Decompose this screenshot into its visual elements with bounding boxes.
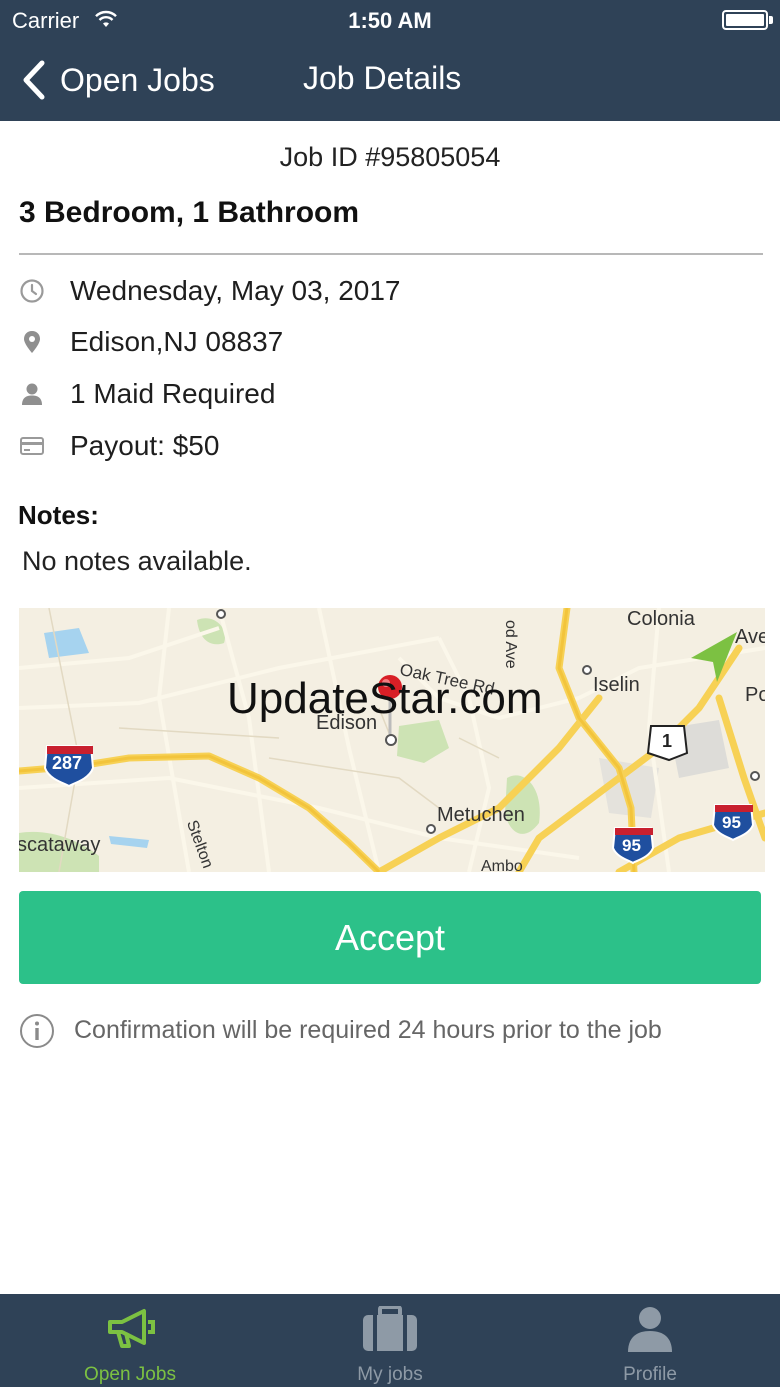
- map-label-iselin: Iselin: [593, 674, 640, 696]
- briefcase-icon: [260, 1306, 520, 1352]
- watermark: UpdateStar.com: [227, 674, 543, 723]
- map-label-metuchen: Metuchen: [437, 804, 525, 826]
- job-id: Job ID #95805054: [279, 142, 501, 172]
- map-label-piscataway: scataway: [19, 834, 101, 856]
- notes-text: No notes available.: [22, 546, 252, 576]
- job-headline: 3 Bedroom, 1 Bathroom: [19, 196, 360, 229]
- map-label-po: Po: [745, 684, 765, 706]
- tab-open-jobs[interactable]: Open Jobs: [0, 1294, 260, 1387]
- detail-payout-text: Payout: $50: [70, 430, 220, 461]
- chevron-left-icon: [23, 60, 45, 100]
- credit-card-icon: [19, 433, 45, 459]
- info-icon: [20, 1014, 54, 1048]
- back-button-label: Open Jobs: [60, 61, 215, 98]
- megaphone-icon: [0, 1306, 260, 1352]
- status-time: 1:50 AM: [348, 8, 432, 33]
- detail-date-text: Wednesday, May 03, 2017: [70, 275, 401, 306]
- back-button[interactable]: Open Jobs: [20, 56, 215, 104]
- tab-open-jobs-label: Open Jobs: [84, 1364, 176, 1385]
- shield-i287: 287: [52, 753, 83, 773]
- shield-us1: 1: [662, 731, 673, 751]
- shield-i95-right: 95: [722, 813, 741, 832]
- navigation-bar: Carrier 1:50 AM Open Jobs Job Details: [0, 0, 780, 121]
- map-canvas: [19, 608, 765, 872]
- tab-my-jobs-label: My jobs: [357, 1364, 423, 1385]
- tab-profile[interactable]: Profile: [520, 1294, 780, 1387]
- confirmation-info: Confirmation will be required 24 hours p…: [19, 1013, 662, 1049]
- job-location-map[interactable]: Colonia Ave od Ave Oak Tree Rd Iselin Po…: [19, 608, 765, 872]
- divider: [19, 253, 763, 255]
- detail-maids-text: 1 Maid Required: [70, 378, 276, 409]
- page-title: Job Details: [303, 60, 462, 96]
- battery-icon: [722, 10, 768, 30]
- shield-i95-left: 95: [622, 836, 641, 855]
- detail-location-text: Edison,NJ 08837: [70, 326, 284, 357]
- detail-location: Edison,NJ 08837: [19, 322, 283, 362]
- location-pin-icon: [19, 329, 45, 355]
- map-label-colonia: Colonia: [627, 608, 695, 630]
- person-icon: [520, 1306, 780, 1352]
- map-label-od-ave: od Ave: [502, 620, 519, 669]
- map-label-ave: Ave: [735, 626, 765, 648]
- battery-tip: [769, 16, 773, 24]
- confirmation-info-text: Confirmation will be required 24 hours p…: [74, 1016, 662, 1044]
- tab-profile-label: Profile: [623, 1364, 677, 1385]
- map-label-amboy: Ambo: [481, 858, 523, 872]
- detail-payout: Payout: $50: [19, 426, 219, 466]
- notes-heading: Notes:: [18, 500, 99, 530]
- detail-maids: 1 Maid Required: [19, 374, 275, 414]
- person-icon: [19, 381, 45, 407]
- tab-my-jobs[interactable]: My jobs: [260, 1294, 520, 1387]
- detail-date: Wednesday, May 03, 2017: [19, 271, 401, 311]
- tab-bar: Open Jobs My jobs Profile: [0, 1294, 780, 1387]
- clock-icon: [19, 278, 45, 304]
- accept-button[interactable]: Accept: [19, 891, 761, 984]
- status-bar: Carrier 1:50 AM: [0, 0, 780, 40]
